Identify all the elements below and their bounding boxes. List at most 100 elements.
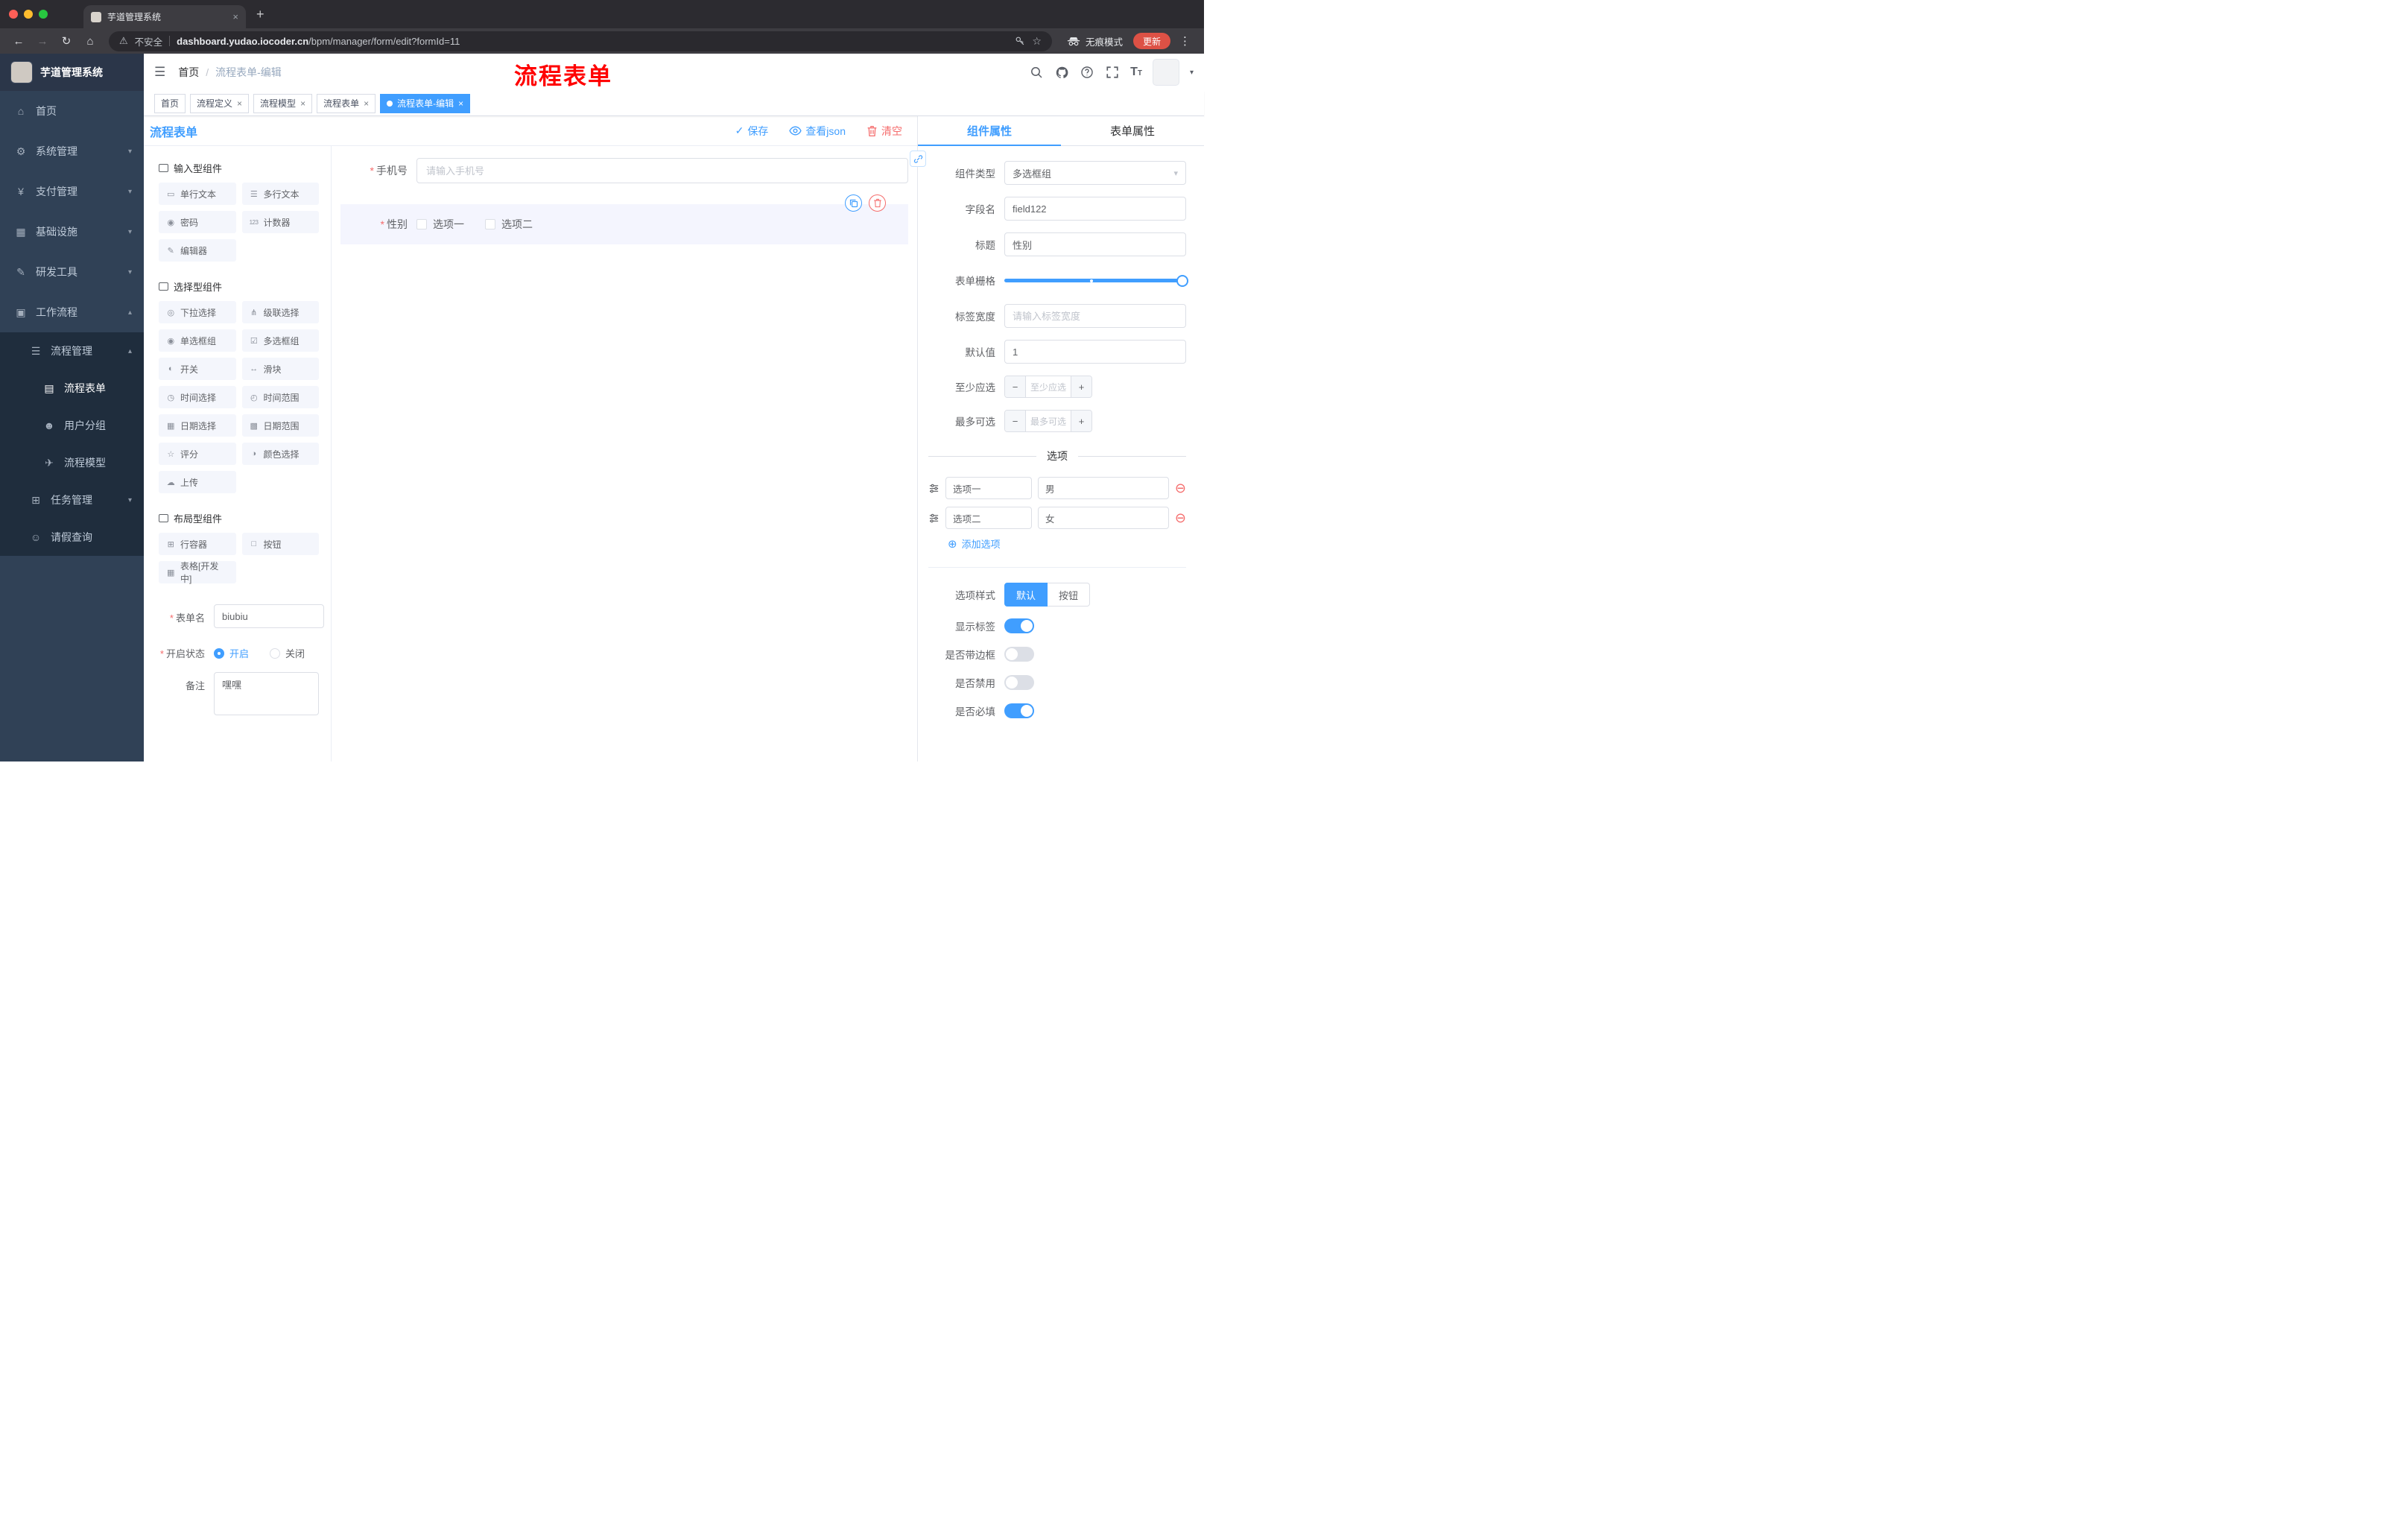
radio-closed[interactable]: 关闭 [270,646,305,660]
title-input[interactable] [1004,232,1186,256]
palette-item[interactable]: ☁ 上传 [159,471,236,493]
decrease-button[interactable]: − [1005,376,1026,397]
close-icon[interactable]: × [458,98,463,109]
drag-handle-icon[interactable] [928,483,940,494]
palette-item[interactable]: ☆ 评分 [159,443,236,465]
tab-process-form-edit[interactable]: 流程表单-编辑 × [380,93,471,113]
radio-open[interactable]: 开启 [214,646,249,660]
increase-button[interactable]: + [1071,376,1091,397]
increase-button[interactable]: + [1071,411,1091,431]
sidebar-item-process-model[interactable]: ✈ 流程模型 [0,444,144,481]
sidebar-item-leave-query[interactable]: ☺ 请假查询 [0,519,144,556]
checkbox-option-1[interactable]: 选项一 [416,217,464,232]
decrease-button[interactable]: − [1005,411,1026,431]
bookmark-star-icon[interactable]: ☆ [1032,35,1042,48]
component-type-select[interactable]: 多选框组 ▾ [1004,161,1186,185]
back-icon[interactable]: ← [9,35,28,48]
close-icon[interactable]: × [300,98,305,109]
home-icon[interactable]: ⌂ [80,35,100,48]
required-switch[interactable] [1004,703,1034,718]
tab-form-props[interactable]: 表单属性 [1061,116,1204,145]
palette-item[interactable]: ▩ 日期范围 [241,414,319,437]
hamburger-icon[interactable]: ☰ [154,65,165,80]
max-select-value[interactable]: 最多可选 [1026,411,1071,431]
sidebar-item-system[interactable]: ⚙ 系统管理 ▾ [0,131,144,171]
palette-item[interactable]: ▦ 日期选择 [159,414,236,437]
tab-process-form[interactable]: 流程表单 × [317,93,376,113]
palette-item[interactable]: ◉ 单选框组 [159,329,236,352]
update-button[interactable]: 更新 [1132,33,1170,49]
new-tab-button[interactable]: + [256,7,264,22]
label-width-input[interactable] [1004,304,1186,328]
palette-item[interactable]: ◐ 开关 [159,358,236,380]
option-value-input[interactable] [1038,477,1169,499]
option-name-input[interactable] [945,507,1032,529]
avatar[interactable] [1152,59,1179,86]
show-label-switch[interactable] [1004,618,1034,633]
border-switch[interactable] [1004,647,1034,662]
close-icon[interactable]: × [237,98,242,109]
slider-handle[interactable] [1176,275,1188,287]
min-select-value[interactable]: 至少应选 [1026,376,1071,397]
avatar-caret-icon[interactable]: ▾ [1190,69,1194,77]
sidebar-item-task-management[interactable]: ⊞ 任务管理 ▾ [0,481,144,519]
form-grid-slider[interactable] [1004,268,1188,292]
sidebar-logo[interactable]: 芋道管理系统 [0,54,144,91]
checkbox-option-2[interactable]: 选项二 [485,217,533,232]
sidebar-item-user-group[interactable]: ☻ 用户分组 [0,407,144,444]
style-default-button[interactable]: 默认 [1004,583,1048,607]
palette-item[interactable]: ☑ 多选框组 [241,329,319,352]
palette-item[interactable]: ◑ 颜色选择 [241,443,319,465]
add-option-button[interactable]: ⊕ 添加选项 [948,536,1186,551]
clear-button[interactable]: 清空 [866,124,902,139]
palette-item[interactable]: ✎ 编辑器 [159,239,236,262]
palette-item[interactable]: ☰ 多行文本 [241,183,319,205]
reload-icon[interactable]: ↻ [57,34,76,48]
close-window-button[interactable] [9,10,18,19]
palette-item[interactable]: □ 按钮 [241,533,319,555]
sidebar-item-infrastructure[interactable]: ▦ 基础设施 ▾ [0,212,144,252]
palette-item[interactable]: ⊞ 行容器 [159,533,236,555]
security-label[interactable]: 不安全 [135,34,163,48]
field-name-input[interactable] [1004,197,1186,221]
breadcrumb-home[interactable]: 首页 [178,65,199,80]
close-icon[interactable]: × [364,98,369,109]
tab-component-props[interactable]: 组件属性 [918,116,1061,146]
phone-field[interactable]: * 手机号 [340,158,908,183]
phone-input[interactable] [416,158,908,183]
search-icon[interactable] [1029,65,1044,80]
sidebar-item-devtools[interactable]: ✎ 研发工具 ▾ [0,252,144,292]
link-handle[interactable] [910,151,926,167]
tab-process-definition[interactable]: 流程定义 × [190,93,250,113]
address-bar[interactable]: ⚠ 不安全 dashboard.yudao.iocoder.cn/bpm/man… [109,31,1052,51]
palette-item[interactable]: ◷ 时间选择 [159,386,236,408]
delete-widget-button[interactable] [869,194,886,212]
sidebar-item-process-management[interactable]: ☰ 流程管理 ▴ [0,332,144,370]
gender-field-selected[interactable]: * 性别 选项一 选项二 [340,194,908,244]
remark-textarea[interactable]: 嘿嘿 [214,672,319,715]
remove-option-icon[interactable]: ⊖ [1175,481,1186,495]
default-value-input[interactable] [1004,340,1186,364]
palette-item[interactable]: 123 计数器 [241,211,319,233]
drag-handle-icon[interactable] [928,513,940,524]
zoom-window-button[interactable] [39,10,48,19]
tab-process-model[interactable]: 流程模型 × [253,93,313,113]
style-button-button[interactable]: 按钮 [1048,583,1091,607]
font-size-icon[interactable]: TT [1130,66,1142,79]
sidebar-item-payment[interactable]: ¥ 支付管理 ▾ [0,171,144,212]
password-key-icon[interactable] [1015,36,1025,46]
minimize-window-button[interactable] [24,10,33,19]
browser-menu-icon[interactable]: ⋮ [1179,34,1191,48]
palette-item[interactable]: ▦ 表格[开发中] [159,561,236,584]
sidebar-item-process-form[interactable]: ▤ 流程表单 [0,370,144,407]
sidebar-item-home[interactable]: ⌂ 首页 [0,91,144,131]
remove-option-icon[interactable]: ⊖ [1175,511,1186,525]
disabled-switch[interactable] [1004,675,1034,690]
palette-item[interactable]: ▭ 单行文本 [159,183,236,205]
option-value-input[interactable] [1038,507,1169,529]
tab-home[interactable]: 首页 [154,93,186,113]
form-name-input[interactable] [214,604,324,628]
forward-icon[interactable]: → [33,35,52,48]
github-icon[interactable] [1054,65,1069,80]
palette-item[interactable]: ◴ 时间范围 [241,386,319,408]
